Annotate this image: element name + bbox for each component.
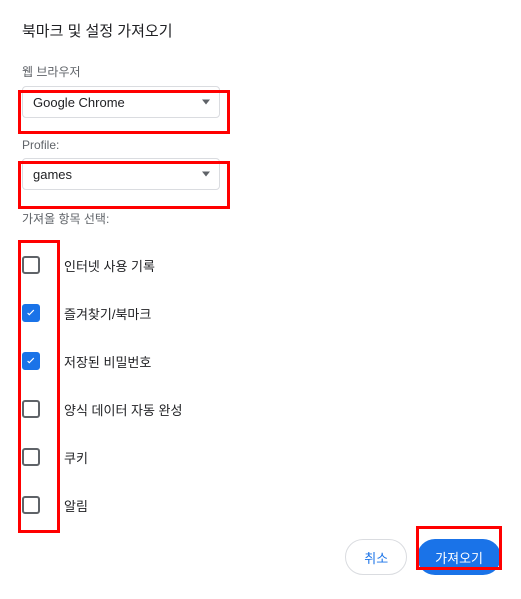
chevron-down-icon [202, 172, 210, 177]
checkbox[interactable] [22, 400, 40, 418]
checkbox[interactable] [22, 256, 40, 274]
check-row: 쿠키 [22, 433, 499, 481]
checkbox[interactable] [22, 448, 40, 466]
check-label: 인터넷 사용 기록 [64, 256, 155, 275]
profile-select-value: games [33, 167, 72, 182]
items-list: 인터넷 사용 기록즐겨찾기/북마크저장된 비밀번호양식 데이터 자동 완성쿠키알… [22, 241, 499, 529]
cancel-button[interactable]: 취소 [345, 539, 407, 575]
check-row: 알림 [22, 481, 499, 529]
checkbox[interactable] [22, 352, 40, 370]
dialog-title: 북마크 및 설정 가져오기 [22, 20, 499, 41]
checkbox[interactable] [22, 496, 40, 514]
check-row: 인터넷 사용 기록 [22, 241, 499, 289]
check-row: 저장된 비밀번호 [22, 337, 499, 385]
import-dialog: 북마크 및 설정 가져오기 웹 브라우저 Google Chrome Profi… [0, 0, 521, 599]
check-row: 즐겨찾기/북마크 [22, 289, 499, 337]
profile-select[interactable]: games [22, 158, 220, 190]
chevron-down-icon [202, 100, 210, 105]
browser-select-value: Google Chrome [33, 95, 125, 110]
check-label: 양식 데이터 자동 완성 [64, 400, 182, 419]
profile-label: Profile: [22, 138, 499, 152]
import-button-label: 가져오기 [435, 548, 483, 567]
import-button[interactable]: 가져오기 [417, 539, 501, 575]
check-label: 알림 [64, 496, 88, 515]
browser-select[interactable]: Google Chrome [22, 86, 220, 118]
check-label: 즐겨찾기/북마크 [64, 304, 151, 323]
cancel-button-label: 취소 [364, 548, 388, 567]
check-label: 쿠키 [64, 448, 88, 467]
checkbox[interactable] [22, 304, 40, 322]
check-label: 저장된 비밀번호 [64, 352, 151, 371]
browser-label: 웹 브라우저 [22, 63, 499, 80]
check-row: 양식 데이터 자동 완성 [22, 385, 499, 433]
items-label: 가져올 항목 선택: [22, 210, 499, 227]
button-row: 취소 가져오기 [345, 539, 501, 575]
